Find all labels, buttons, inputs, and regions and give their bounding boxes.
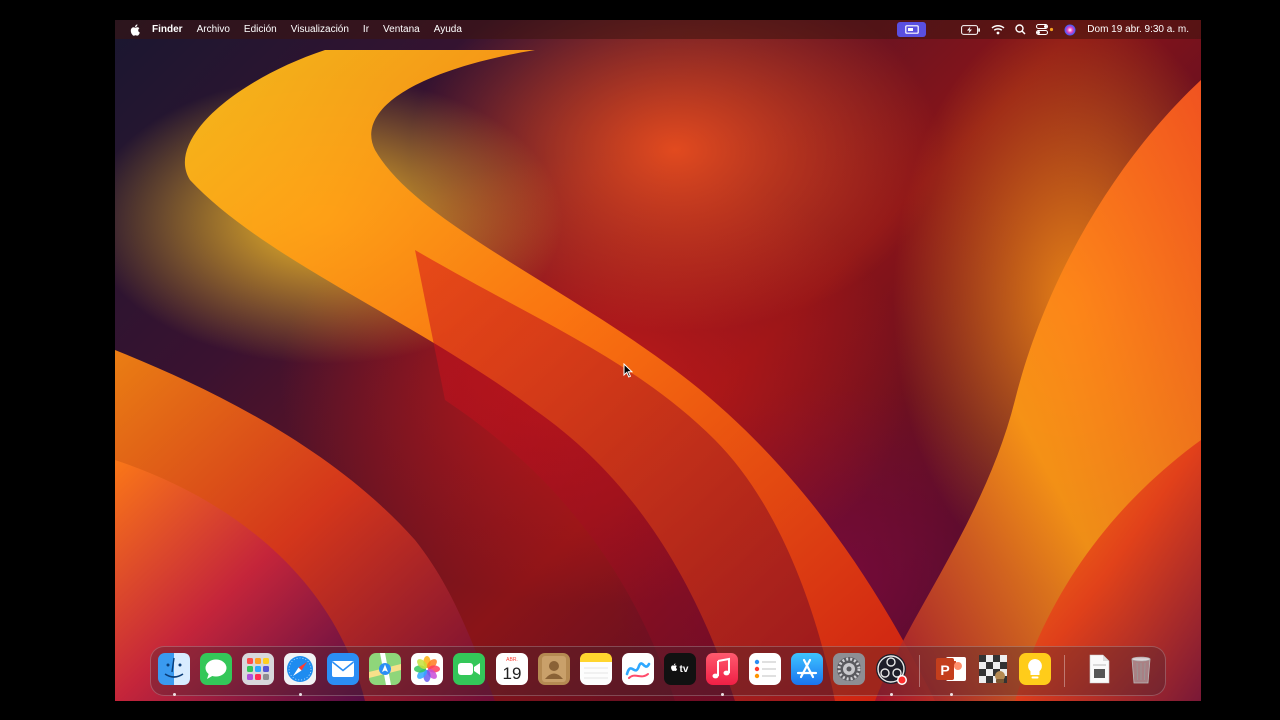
menu-app-finder[interactable]: Finder	[145, 20, 190, 39]
menu-ventana[interactable]: Ventana	[376, 20, 427, 39]
dock-facetime[interactable]	[452, 652, 486, 686]
facetime-icon	[453, 653, 485, 685]
dock-app-store[interactable]	[790, 652, 824, 686]
dock-trash[interactable]	[1124, 652, 1158, 686]
menu-edicion[interactable]: Edición	[237, 20, 284, 39]
dock-tips[interactable]	[1018, 652, 1052, 686]
dock-music[interactable]	[705, 652, 739, 696]
finder-icon	[158, 653, 190, 685]
photos-icon	[411, 653, 443, 685]
mouse-cursor-icon	[623, 363, 633, 378]
freeform-icon	[622, 653, 654, 685]
dock-separator	[919, 655, 920, 687]
wallpaper	[115, 50, 1201, 701]
siri-icon[interactable]	[1064, 20, 1076, 39]
running-indicator	[173, 693, 176, 696]
powerpoint-icon: P	[936, 657, 966, 681]
reminders-icon	[749, 653, 781, 685]
desktop[interactable]: Finder Archivo Edición Visualización Ir …	[115, 20, 1201, 701]
dock-safari[interactable]	[283, 652, 317, 696]
contacts-icon	[538, 653, 570, 685]
spotlight-search-icon[interactable]	[1015, 20, 1026, 39]
system-settings-icon	[833, 653, 865, 685]
dock-chess[interactable]	[976, 652, 1010, 686]
calendar-icon: ABR. 19	[496, 653, 528, 685]
app-store-icon	[791, 653, 823, 685]
safari-icon	[284, 653, 316, 685]
dock-finder[interactable]	[157, 652, 191, 696]
mail-icon	[327, 653, 359, 685]
dock-obs[interactable]	[874, 652, 908, 696]
menu-visualizacion[interactable]: Visualización	[284, 20, 356, 39]
menu-ayuda[interactable]: Ayuda	[427, 20, 469, 39]
menu-bar: Finder Archivo Edición Visualización Ir …	[115, 20, 1201, 39]
apple-logo-icon[interactable]	[128, 23, 142, 37]
launchpad-icon	[242, 653, 274, 685]
running-indicator	[721, 693, 724, 696]
dock-apple-tv[interactable]: tv	[663, 652, 697, 686]
dock-freeform[interactable]	[621, 652, 655, 686]
tv-label: tv	[680, 664, 689, 675]
running-indicator	[890, 693, 893, 696]
screen-share-icon[interactable]	[897, 22, 927, 37]
menu-archivo[interactable]: Archivo	[190, 20, 237, 39]
dock-notes[interactable]	[579, 652, 613, 686]
messages-icon	[200, 653, 232, 685]
dock-reminders[interactable]	[748, 652, 782, 686]
chess-icon	[979, 655, 1007, 683]
dock-messages[interactable]	[199, 652, 233, 686]
dock-document[interactable]	[1082, 652, 1116, 686]
menu-clock[interactable]: Dom 19 abr. 9:30 a. m.	[1081, 24, 1201, 35]
tips-icon	[1019, 653, 1051, 685]
apple-tv-icon: tv	[664, 653, 696, 685]
notes-icon	[580, 653, 612, 685]
calendar-month: ABR.	[506, 657, 518, 663]
running-indicator	[950, 693, 953, 696]
dock-separator	[1064, 655, 1065, 687]
menu-ir[interactable]: Ir	[356, 20, 376, 39]
wifi-icon[interactable]	[991, 20, 1005, 39]
obs-icon	[876, 654, 907, 685]
dock-powerpoint[interactable]: P	[934, 652, 968, 696]
trash-icon	[1131, 656, 1151, 684]
dock-maps[interactable]	[368, 652, 402, 686]
battery-charging-icon[interactable]	[961, 20, 981, 39]
dock-contacts[interactable]	[537, 652, 571, 686]
dock-system-settings[interactable]	[832, 652, 866, 686]
maps-icon	[369, 653, 401, 685]
dock: ABR. 19 tv P	[150, 646, 1166, 696]
running-indicator	[299, 693, 302, 696]
powerpoint-letter: P	[940, 662, 949, 678]
document-icon	[1089, 654, 1110, 684]
dock-photos[interactable]	[410, 652, 444, 686]
dock-mail[interactable]	[326, 652, 360, 686]
calendar-day: 19	[503, 664, 522, 683]
control-center-icon[interactable]	[1036, 20, 1054, 39]
dock-calendar[interactable]: ABR. 19	[495, 652, 529, 686]
dock-launchpad[interactable]	[241, 652, 275, 686]
music-icon	[706, 653, 738, 685]
